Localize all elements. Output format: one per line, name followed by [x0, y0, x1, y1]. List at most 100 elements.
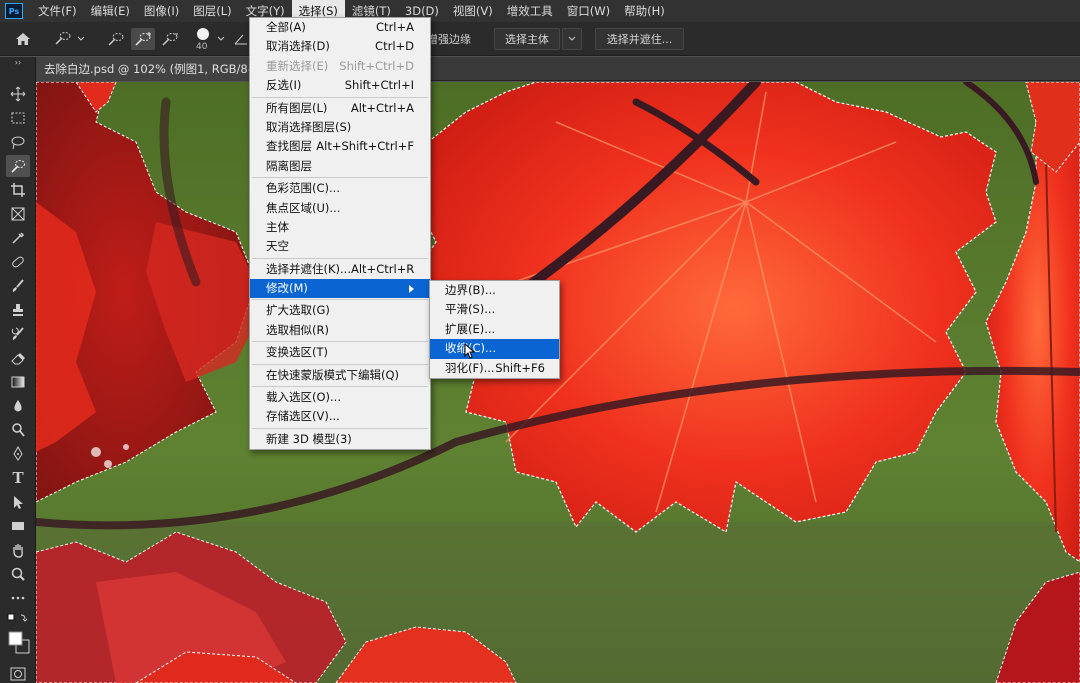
path-selection-tool-icon[interactable] — [6, 491, 30, 513]
toolbar-collapse-icon[interactable]: ›› — [6, 57, 30, 67]
select-menu-item[interactable]: 查找图层 Alt+Shift+Ctrl+F — [250, 137, 430, 156]
menubar-item[interactable]: 文件(F) — [31, 0, 84, 22]
quick-selection-preset-icon[interactable] — [50, 28, 88, 50]
select-subject-button[interactable]: 选择主体 — [494, 28, 560, 50]
maple-leaf-image — [36, 82, 1080, 683]
document-tab[interactable]: 去除白边.psd @ 102% (例图1, RGB/8#) * — [36, 57, 280, 81]
select-menu-item[interactable]: 主体 — [250, 218, 430, 237]
menubar-item[interactable]: 视图(V) — [446, 0, 500, 22]
move-tool-icon[interactable] — [6, 83, 30, 105]
enhance-edge-checkbox[interactable]: 增强边缘 — [424, 28, 474, 50]
marquee-tool-icon[interactable] — [6, 107, 30, 129]
menubar-item[interactable]: 窗口(W) — [560, 0, 617, 22]
menu-item-label: 天空 — [266, 239, 289, 254]
menu-item-label: 反选(I) — [266, 78, 302, 93]
mouse-pointer-icon — [464, 342, 476, 362]
options-bar: 40 增强边缘 选择主体 选择并遮住... — [0, 22, 1080, 56]
select-and-mask-button[interactable]: 选择并遮住... — [595, 28, 684, 50]
select-subject-dropdown-icon[interactable] — [562, 28, 582, 50]
brush-tool-icon[interactable] — [6, 275, 30, 297]
color-swatches[interactable] — [6, 627, 30, 657]
modify-menu-item[interactable]: 平滑(S)... — [430, 300, 559, 319]
select-menu-item[interactable]: 变换选区(T) — [250, 343, 430, 362]
menu-item-label: 主体 — [266, 219, 289, 234]
select-menu-item[interactable]: 隔离图层 — [250, 157, 430, 176]
select-menu-item[interactable]: 存储选区(V)... — [250, 407, 430, 426]
quick-mask-icon[interactable] — [6, 663, 30, 683]
new-selection-icon[interactable] — [104, 28, 128, 50]
history-brush-tool-icon[interactable] — [6, 323, 30, 345]
menu-item-shortcut: Alt+Ctrl+A — [350, 100, 414, 115]
modify-menu-item[interactable]: 收缩(C)... — [430, 339, 559, 359]
menu-separator — [252, 299, 428, 301]
clone-stamp-tool-icon[interactable] — [6, 299, 30, 321]
add-to-selection-icon[interactable] — [131, 28, 155, 50]
quick-selection-tool-icon[interactable] — [6, 155, 30, 177]
menu-item-shortcut: Shift+F6 — [495, 360, 545, 375]
brush-preview-icon[interactable] — [192, 25, 214, 43]
select-menu-dropdown: 全部(A) Ctrl+A 取消选择(D) Ctrl+D 重新选择(E) Shift+Ctr… — [249, 17, 431, 451]
home-icon[interactable] — [10, 28, 36, 50]
menu-item-label: 隔离图层 — [266, 158, 312, 173]
modify-menu-item[interactable]: 边界(B)... — [430, 281, 559, 300]
lasso-tool-icon[interactable] — [6, 131, 30, 153]
menubar-item[interactable]: 图像(I) — [137, 0, 186, 22]
pen-tool-icon[interactable] — [6, 443, 30, 465]
menubar-item[interactable]: 增效工具 — [500, 0, 560, 22]
subtract-from-selection-icon[interactable] — [158, 28, 182, 50]
type-tool-icon[interactable]: T — [6, 467, 30, 489]
menu-separator — [252, 341, 428, 343]
more-tools-icon[interactable] — [6, 587, 30, 609]
menu-item-label: 修改(M) — [266, 281, 308, 296]
crop-tool-icon[interactable] — [6, 179, 30, 201]
menu-item-label: 所有图层(L) — [266, 100, 328, 115]
menu-item-shortcut: Shift+Ctrl+I — [344, 78, 414, 93]
dodge-tool-icon[interactable] — [6, 419, 30, 441]
select-menu-item[interactable]: 焦点区域(U)... — [250, 199, 430, 218]
select-menu-item[interactable]: 重新选择(E) Shift+Ctrl+D — [250, 57, 430, 76]
menubar: Ps 文件(F) 编辑(E) 图像(I) 图层(L) 文字(Y) 选择(S) 滤镜(T) 3D… — [0, 0, 1080, 22]
select-menu-item[interactable]: 新建 3D 模型(3) — [250, 430, 430, 449]
frame-tool-icon[interactable] — [6, 203, 30, 225]
select-menu-item[interactable]: 选择并遮住(K)... Alt+Ctrl+R — [250, 260, 430, 279]
gradient-tool-icon[interactable] — [6, 371, 30, 393]
menubar-item[interactable]: 编辑(E) — [84, 0, 137, 22]
angle-icon[interactable] — [232, 28, 250, 50]
select-menu-item[interactable]: 天空 — [250, 237, 430, 256]
select-menu-item[interactable]: 载入选区(O)... — [250, 388, 430, 407]
zoom-tool-icon[interactable] — [6, 563, 30, 585]
modify-menu-item[interactable]: 羽化(F)... Shift+F6 — [430, 359, 559, 378]
select-menu-item[interactable]: 选取相似(R) — [250, 321, 430, 340]
document-canvas[interactable] — [36, 82, 1080, 683]
select-menu-item[interactable]: 在快速蒙版模式下编辑(Q) — [250, 366, 430, 385]
select-menu-item[interactable]: 扩大选取(G) — [250, 301, 430, 320]
select-menu-item[interactable]: 所有图层(L) Alt+Ctrl+A — [250, 99, 430, 118]
toolbar: ›› T — [0, 57, 36, 683]
menu-item-label: 扩展(E)... — [445, 321, 496, 336]
eyedropper-tool-icon[interactable] — [6, 227, 30, 249]
eraser-tool-icon[interactable] — [6, 347, 30, 369]
menu-separator — [252, 257, 428, 259]
menu-item-label: 平滑(S)... — [445, 302, 496, 317]
modify-submenu: 边界(B)... 平滑(S)... 扩展(E)... 收缩(C)... 羽化(F)...… — [429, 280, 560, 379]
select-menu-item[interactable]: 修改(M) — [250, 279, 430, 299]
menu-item-label: 全部(A) — [266, 20, 306, 34]
modify-menu-item[interactable]: 扩展(E)... — [430, 320, 559, 339]
menu-separator — [252, 427, 428, 429]
menu-item-shortcut: Ctrl+D — [375, 39, 414, 54]
photoshop-logo-icon: Ps — [5, 3, 23, 19]
menubar-item[interactable]: 图层(L) — [186, 0, 238, 22]
brush-dropdown-chevron-icon[interactable] — [214, 28, 228, 50]
select-menu-item[interactable]: 全部(A) Ctrl+A — [250, 18, 430, 37]
menu-item-label: 重新选择(E) — [266, 58, 329, 73]
select-menu-item[interactable]: 取消选择图层(S) — [250, 118, 430, 137]
blur-tool-icon[interactable] — [6, 395, 30, 417]
rectangle-tool-icon[interactable] — [6, 515, 30, 537]
select-menu-item[interactable]: 取消选择(D) Ctrl+D — [250, 37, 430, 56]
swap-colors-icon[interactable] — [6, 612, 30, 624]
menubar-item[interactable]: 帮助(H) — [617, 0, 672, 22]
select-menu-item[interactable]: 反选(I) Shift+Ctrl+I — [250, 76, 430, 95]
healing-brush-tool-icon[interactable] — [6, 251, 30, 273]
select-menu-item[interactable]: 色彩范围(C)... — [250, 179, 430, 198]
hand-tool-icon[interactable] — [6, 539, 30, 561]
